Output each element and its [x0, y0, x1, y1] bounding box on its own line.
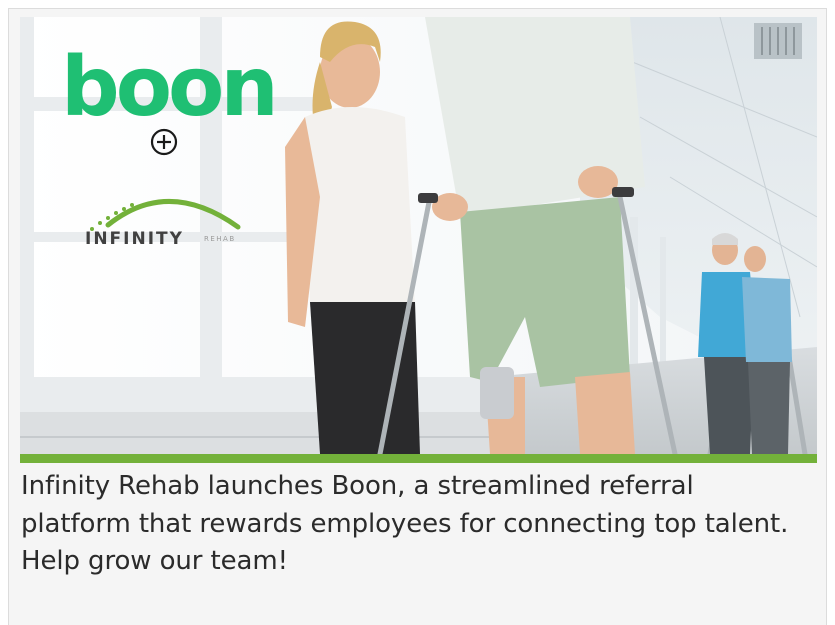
infinity-logo-text: INFINITY: [85, 229, 184, 249]
accent-divider: [20, 454, 817, 463]
card-caption[interactable]: Infinity Rehab launches Boon, a streamli…: [21, 468, 811, 581]
boon-logo: boon: [61, 40, 279, 135]
rehab-logo-text: REHAB: [204, 235, 236, 243]
plus-circle-icon: [150, 128, 178, 156]
news-card[interactable]: boon INFINITY REHAB Infinity Rehab launc…: [8, 8, 827, 625]
hero-image[interactable]: boon INFINITY REHAB: [20, 17, 817, 454]
